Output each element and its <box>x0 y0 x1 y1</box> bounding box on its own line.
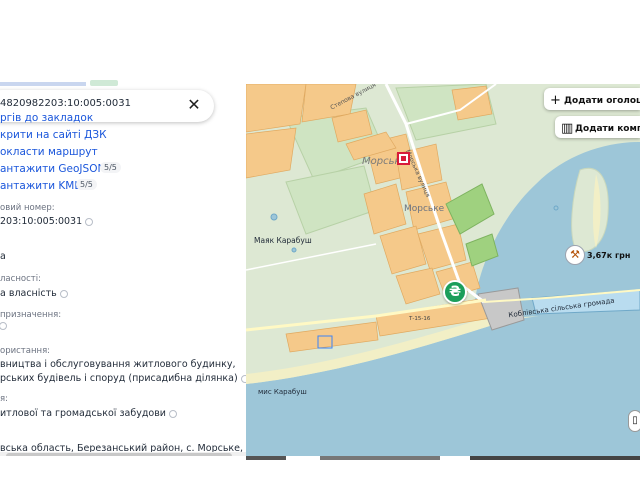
link-download-geojson[interactable]: антажити GeoJSON <box>0 163 105 175</box>
field-value-category: итлової та громадської забудови <box>0 408 177 419</box>
field-parcel <box>285 165 377 235</box>
parcel <box>379 225 427 275</box>
field-value-area: а <box>0 251 6 262</box>
usage-line2-text: рських будівель і споруд (присадибна діл… <box>0 373 238 384</box>
bottom-bar-segment <box>320 456 440 460</box>
building-icon: ▥ <box>561 121 574 136</box>
map-label-road-ref: Т-15-16 <box>409 316 431 322</box>
link-add-bookmark[interactable]: ргів до закладок <box>0 112 93 124</box>
price-cluster-icon[interactable]: ₴ <box>443 280 467 304</box>
bottom-bar-segment <box>246 456 286 460</box>
bottom-bar <box>0 456 640 460</box>
field-value-cadastral: 203:10:005:0031 <box>0 216 94 227</box>
field-value-usage-line1: вництва і обслуговування житлового будин… <box>0 359 236 370</box>
water-point <box>553 205 559 211</box>
add-listing-label: Додати оголошення <box>564 96 640 106</box>
bottom-bar-segment <box>470 456 640 460</box>
parcel <box>395 267 441 305</box>
info-icon[interactable] <box>59 289 68 298</box>
category-text: итлової та громадської забудови <box>0 408 166 419</box>
cadastral-number-text: 203:10:005:0031 <box>0 216 83 227</box>
map-label-lighthouse: Маяк Карабуш <box>254 236 312 245</box>
mouse-icon: ▯ <box>628 410 640 432</box>
add-company-button[interactable]: ▥Додати компанію <box>555 116 640 138</box>
close-icon[interactable]: ✕ <box>186 96 202 114</box>
field-value-ownership: а власність <box>0 288 68 299</box>
cadastral-search-value[interactable]: 4820982203:10:005:0031 <box>0 98 131 109</box>
link-open-dzk[interactable]: крити на сайті ДЗК <box>0 129 107 141</box>
field-label-cadastral: овий номер: <box>0 203 55 213</box>
info-icon[interactable] <box>0 322 7 330</box>
plus-icon: + <box>550 93 561 108</box>
field-value-usage-line2: рських будівель і споруд (присадибна діл… <box>0 373 246 384</box>
field-label-ownership: ласності: <box>0 274 41 284</box>
panel-top-remnant <box>0 80 120 88</box>
panel-top-bar <box>0 82 86 86</box>
side-road <box>246 243 377 271</box>
price-label[interactable]: 3,67к грн <box>587 251 630 260</box>
field-label-usage: ористання: <box>0 346 51 356</box>
field-label-purpose: призначення: <box>0 310 62 320</box>
parcel <box>246 127 297 179</box>
lighthouse-point <box>270 213 278 221</box>
field-label-category: я: <box>0 394 8 404</box>
add-listing-button[interactable]: +Додати оголошення <box>544 88 640 110</box>
link-download-kml[interactable]: антажити KML <box>0 180 80 192</box>
selected-parcel-marker[interactable] <box>397 152 410 165</box>
map-view[interactable]: Степова вулиця Морське Морська вулиця Мо… <box>246 84 640 456</box>
ownership-text: а власність <box>0 288 57 299</box>
kml-count-badge: 5/5 <box>76 179 97 190</box>
geojson-count-badge: 5/5 <box>100 162 121 173</box>
hammer-icon[interactable]: ⚒ <box>565 245 585 265</box>
link-route[interactable]: окласти маршрут <box>0 146 98 158</box>
water-point <box>291 247 297 253</box>
info-icon[interactable] <box>168 409 177 418</box>
map-label-village-center: Морське <box>404 204 445 214</box>
add-company-label: Додати компанію <box>575 124 640 134</box>
map-label-cape: мис Карабуш <box>258 388 307 396</box>
parcel-info-panel: 4820982203:10:005:0031 ✕ ргів до закладо… <box>0 70 246 460</box>
panel-top-pill <box>90 80 118 86</box>
map-canvas <box>246 84 640 456</box>
info-icon[interactable] <box>85 217 94 226</box>
